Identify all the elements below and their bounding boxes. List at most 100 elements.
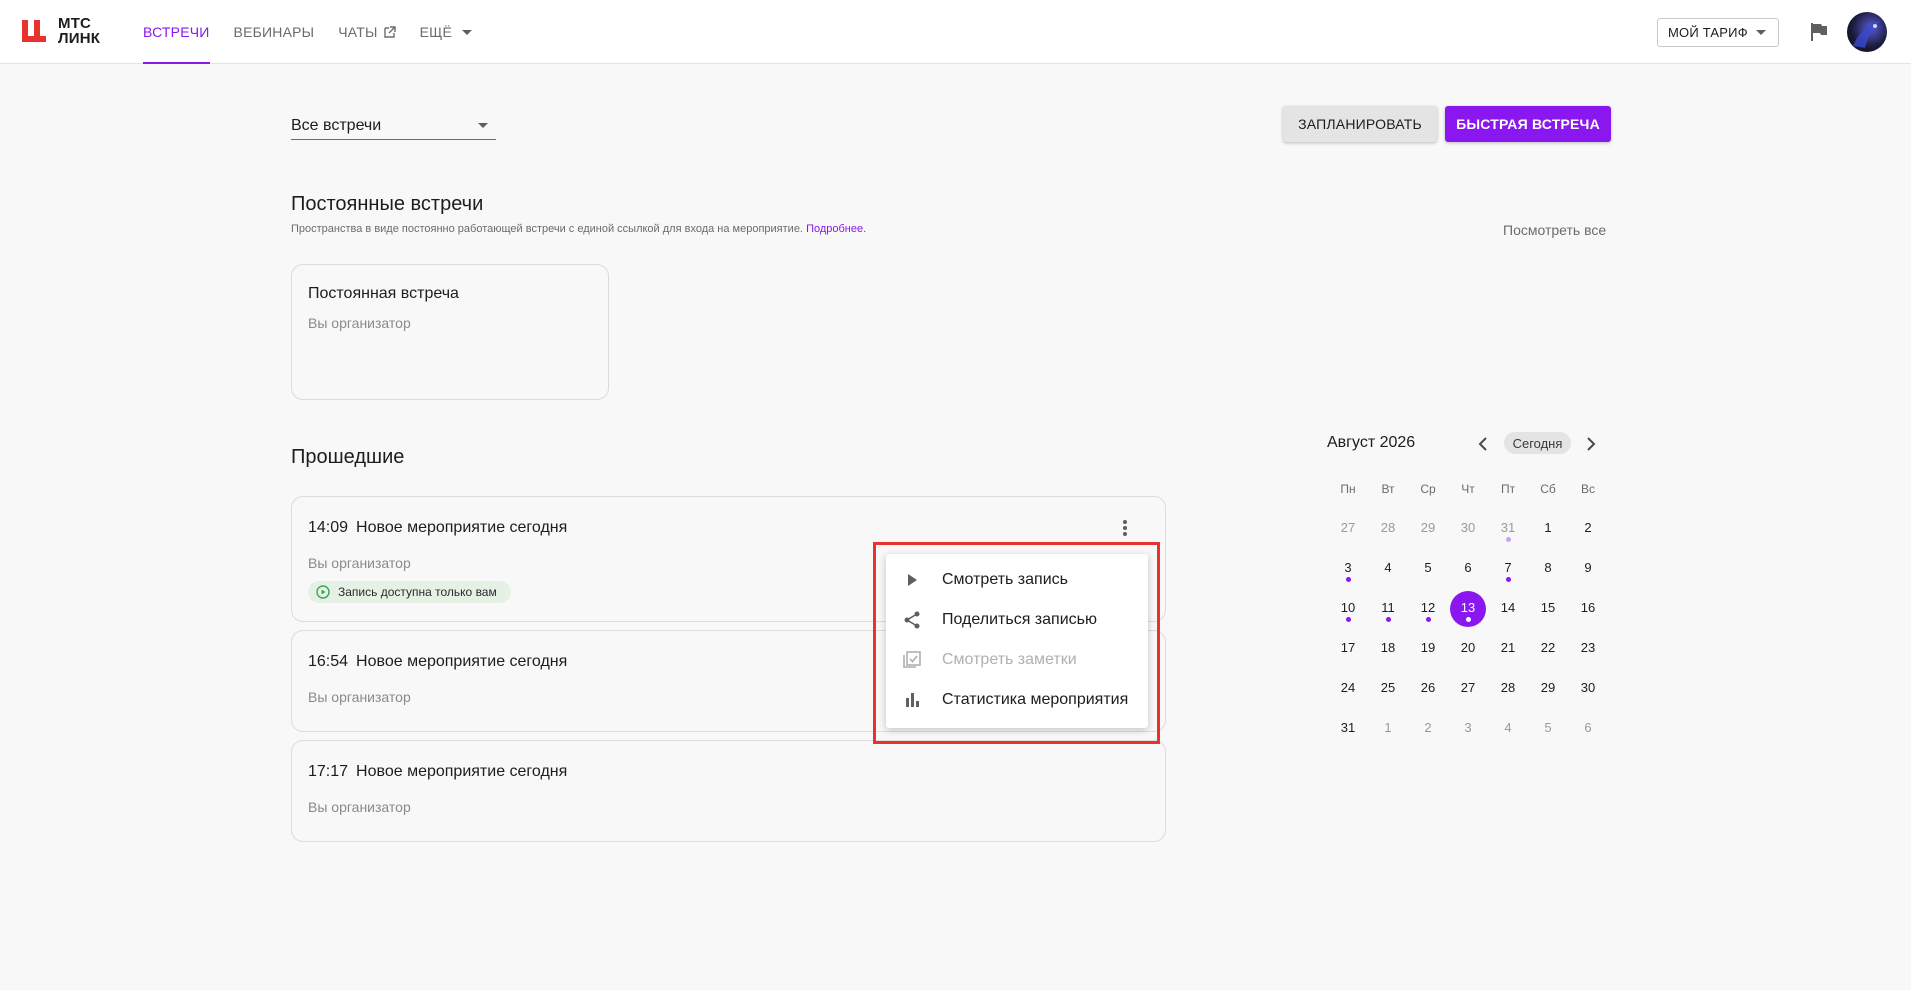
calendar-day[interactable]: 14 <box>1488 589 1528 629</box>
calendar-day[interactable]: 30 <box>1448 509 1488 549</box>
calendar-day[interactable]: 4 <box>1368 549 1408 589</box>
menu-item-label: Смотреть заметки <box>942 651 1077 668</box>
calendar-day-number: 24 <box>1340 680 1356 695</box>
calendar-day-number: 23 <box>1580 640 1596 655</box>
event-title: 14:09 Новое мероприятие сегодня <box>308 519 567 537</box>
calendar-day-number: 28 <box>1380 520 1396 535</box>
calendar-day[interactable]: 5 <box>1528 709 1568 749</box>
calendar-day[interactable]: 21 <box>1488 629 1528 669</box>
calendar-day[interactable]: 18 <box>1368 629 1408 669</box>
calendar-day-number: 28 <box>1500 680 1516 695</box>
event-role: Вы организатор <box>308 689 411 705</box>
calendar-day[interactable]: 2 <box>1408 709 1448 749</box>
menu-item-watch-recording[interactable]: Смотреть запись <box>886 560 1148 600</box>
calendar-day[interactable]: 17 <box>1328 629 1368 669</box>
menu-item-event-statistics[interactable]: Статистика мероприятия <box>886 680 1148 720</box>
calendar-day[interactable]: 25 <box>1368 669 1408 709</box>
calendar-day[interactable]: 5 <box>1408 549 1448 589</box>
calendar-day[interactable]: 29 <box>1528 669 1568 709</box>
share-icon <box>904 611 920 629</box>
event-dot-indicator <box>1466 617 1471 622</box>
event-dot-indicator <box>1506 537 1511 542</box>
calendar-day[interactable]: 24 <box>1328 669 1368 709</box>
calendar-day[interactable]: 19 <box>1408 629 1448 669</box>
calendar-day-number: 3 <box>1344 560 1352 575</box>
play-icon <box>908 574 917 586</box>
calendar-day[interactable]: 8 <box>1528 549 1568 589</box>
event-name: Новое мероприятие сегодня <box>356 763 568 780</box>
schedule-button[interactable]: ЗАПЛАНИРОВАТЬ <box>1283 106 1437 142</box>
calendar-day[interactable]: 1 <box>1368 709 1408 749</box>
calendar-day[interactable]: 10 <box>1328 589 1368 629</box>
calendar-day[interactable]: 15 <box>1528 589 1568 629</box>
calendar-day[interactable]: 3 <box>1448 709 1488 749</box>
chevron-right-icon[interactable] <box>1586 437 1596 451</box>
calendar-day-number: 15 <box>1540 600 1556 615</box>
calendar-day-number: 2 <box>1424 720 1432 735</box>
permanent-subtitle-text: Пространства в виде постоянно работающей… <box>291 223 803 235</box>
calendar-day[interactable]: 12 <box>1408 589 1448 629</box>
nav-item-chats[interactable]: ЧАТЫ <box>338 0 396 64</box>
menu-item-share-recording[interactable]: Поделиться записью <box>886 600 1148 640</box>
calendar-day-number: 31 <box>1500 520 1516 535</box>
calendar-day-number: 16 <box>1580 600 1596 615</box>
calendar-day[interactable]: 30 <box>1568 669 1608 709</box>
chevron-left-icon[interactable] <box>1478 437 1488 451</box>
past-event-card[interactable]: 17:17 Новое мероприятие сегодня Вы органи… <box>291 740 1166 842</box>
calendar-day[interactable]: 6 <box>1448 549 1488 589</box>
calendar-day-number: 17 <box>1340 640 1356 655</box>
quick-meeting-button[interactable]: БЫСТРАЯ ВСТРЕЧА <box>1445 106 1611 142</box>
calendar-today-button[interactable]: Сегодня <box>1504 432 1571 454</box>
calendar-day[interactable]: 20 <box>1448 629 1488 669</box>
calendar-day[interactable]: 31 <box>1488 509 1528 549</box>
calendar-day-today[interactable]: 13 <box>1448 589 1488 629</box>
top-bar: МТС ЛИНК ВСТРЕЧИ ВЕБИНАРЫ ЧАТЫ ЕЩЁ МОЙ Т… <box>0 0 1911 64</box>
avatar-image-icon <box>1853 20 1881 48</box>
tariff-dropdown[interactable]: МОЙ ТАРИФ <box>1657 18 1779 47</box>
nav-item-more[interactable]: ЕЩЁ <box>420 0 473 64</box>
calendar-day[interactable]: 28 <box>1368 509 1408 549</box>
calendar-day[interactable]: 27 <box>1448 669 1488 709</box>
calendar-day[interactable]: 6 <box>1568 709 1608 749</box>
event-time: 17:17 <box>308 763 349 780</box>
calendar-day[interactable]: 3 <box>1328 549 1368 589</box>
permanent-meeting-title: Постоянная встреча <box>308 285 459 302</box>
meetings-filter-select[interactable]: Все встречи <box>291 112 496 140</box>
nav-item-chats-label: ЧАТЫ <box>338 24 378 40</box>
calendar-day-number: 8 <box>1544 560 1552 575</box>
see-all-link[interactable]: Посмотреть все <box>1503 222 1606 238</box>
calendar-day[interactable]: 22 <box>1528 629 1568 669</box>
more-vert-icon[interactable] <box>1122 519 1128 537</box>
event-dot-indicator <box>1506 577 1511 582</box>
logo[interactable]: МТС ЛИНК <box>20 16 100 46</box>
calendar-day[interactable]: 1 <box>1528 509 1568 549</box>
calendar-day[interactable]: 27 <box>1328 509 1368 549</box>
menu-item-view-notes[interactable]: Смотреть заметки <box>886 640 1148 680</box>
calendar-day[interactable]: 2 <box>1568 509 1608 549</box>
calendar-day[interactable]: 4 <box>1488 709 1528 749</box>
bar-chart-icon <box>906 693 919 707</box>
recording-status-text: Запись доступна только вам <box>338 585 497 599</box>
more-info-link[interactable]: Подробнее. <box>806 223 866 235</box>
calendar-day-number: 26 <box>1420 680 1436 695</box>
calendar-day[interactable]: 28 <box>1488 669 1528 709</box>
calendar-day[interactable]: 23 <box>1568 629 1608 669</box>
calendar-day[interactable]: 26 <box>1408 669 1448 709</box>
calendar-day[interactable]: 29 <box>1408 509 1448 549</box>
calendar-day[interactable]: 11 <box>1368 589 1408 629</box>
user-avatar[interactable] <box>1847 12 1887 52</box>
calendar-day-number: 31 <box>1340 720 1356 735</box>
calendar-month-title: Август 2026 <box>1327 434 1416 451</box>
nav-item-meetings[interactable]: ВСТРЕЧИ <box>143 0 210 64</box>
calendar-day[interactable]: 31 <box>1328 709 1368 749</box>
flag-icon[interactable] <box>1810 22 1828 42</box>
notes-icon <box>903 651 921 668</box>
calendar-day[interactable]: 9 <box>1568 549 1608 589</box>
permanent-meeting-card[interactable]: Постоянная встреча Вы организатор <box>291 264 609 400</box>
permanent-meetings-subtitle: Пространства в виде постоянно работающей… <box>291 223 866 235</box>
calendar-day-number: 19 <box>1420 640 1436 655</box>
calendar-day[interactable]: 16 <box>1568 589 1608 629</box>
calendar-day-number: 1 <box>1384 720 1392 735</box>
nav-item-webinars[interactable]: ВЕБИНАРЫ <box>234 0 315 64</box>
calendar-day[interactable]: 7 <box>1488 549 1528 589</box>
